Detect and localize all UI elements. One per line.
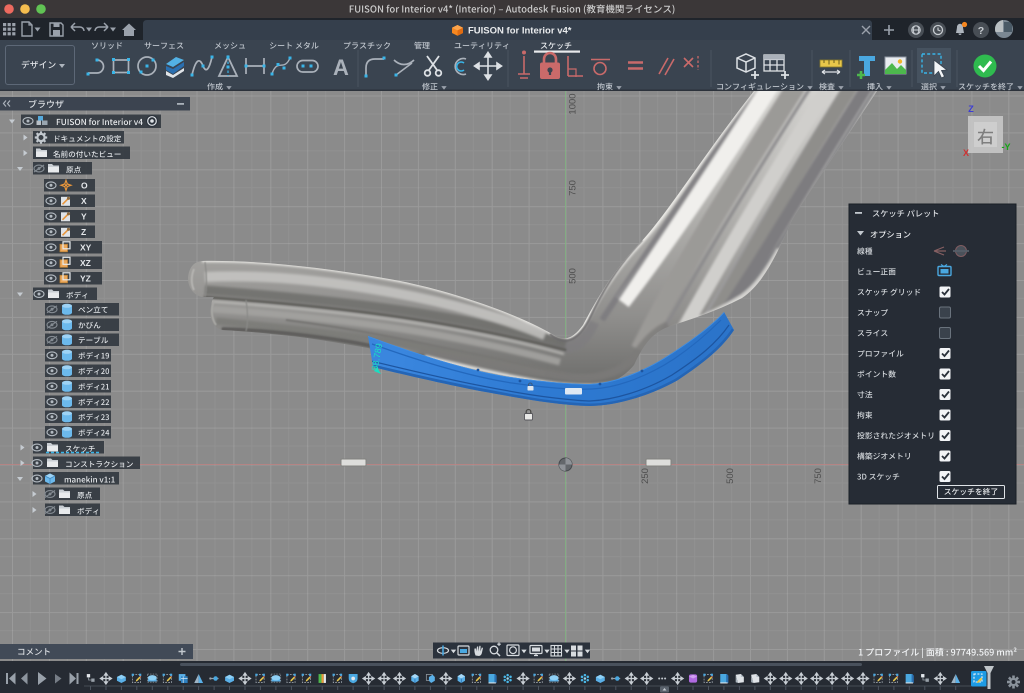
svg-text:250: 250	[640, 468, 651, 484]
svg-text:Z: Z	[968, 104, 974, 114]
svg-text:Y: Y	[81, 212, 87, 222]
svg-text:?: ?	[978, 25, 984, 37]
svg-text:1000: 1000	[568, 93, 579, 114]
svg-text:O: O	[81, 181, 88, 191]
svg-text:XZ: XZ	[80, 258, 91, 268]
svg-text:750: 750	[568, 180, 579, 196]
svg-text:750: 750	[813, 468, 824, 484]
svg-text:X: X	[963, 148, 969, 158]
svg-text:X: X	[81, 196, 87, 206]
svg-text:A: A	[333, 55, 349, 80]
svg-text:YZ: YZ	[80, 274, 91, 284]
svg-text:500: 500	[568, 268, 579, 284]
svg-text:500: 500	[725, 468, 736, 484]
svg-text:XY: XY	[80, 243, 92, 253]
svg-text:FUISON for Interior v4*: FUISON for Interior v4*	[468, 26, 572, 37]
svg-text:-Y: -Y	[1002, 142, 1011, 152]
svg-text:Z: Z	[81, 227, 86, 237]
